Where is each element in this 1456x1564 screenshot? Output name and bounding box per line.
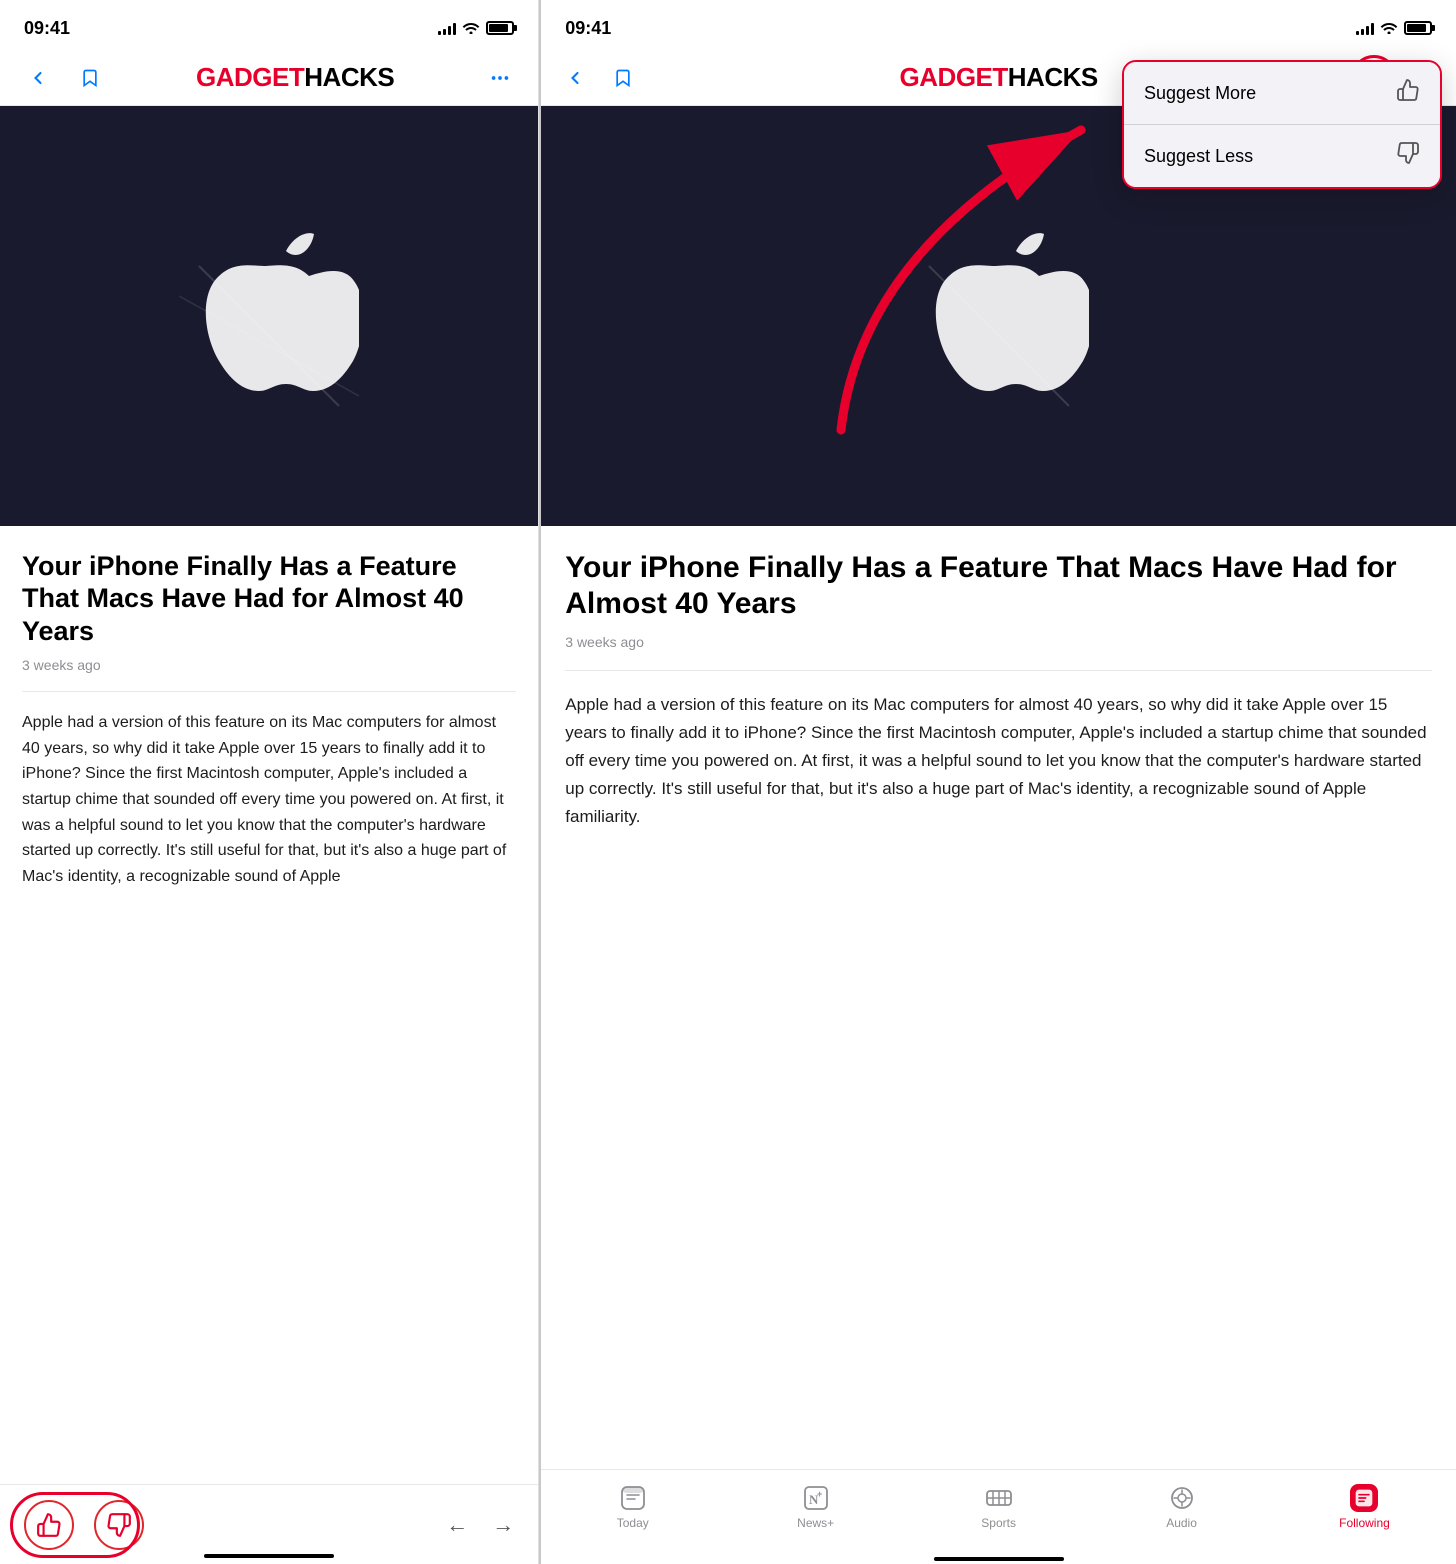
suggest-dropdown: Suggest More Suggest Less [1122,60,1442,189]
right-article-body: Apple had a version of this feature on i… [565,691,1432,831]
newsplus-icon: N + [802,1484,830,1512]
left-article-time: 3 weeks ago [22,657,516,673]
left-status-bar: 09:41 [0,0,538,50]
right-article-title: Your iPhone Finally Has a Feature That M… [565,550,1432,622]
brand-logo: GADGETHACKS [124,62,466,93]
article-nav-arrows: ← → [446,1512,514,1538]
back-button[interactable] [20,60,56,96]
brand-hacks: HACKS [304,62,394,92]
following-icon [1350,1484,1378,1512]
audio-icon [1168,1484,1196,1512]
right-brand-gadget: GADGET [900,62,1008,92]
tab-newsplus-label: News+ [797,1516,834,1530]
left-bottom-bar: ← → [0,1484,538,1564]
right-signal-icon [1356,21,1374,35]
apple-logo-svg [179,216,359,416]
thumb-buttons [24,1500,144,1550]
tab-sports-label: Sports [981,1516,1016,1530]
next-arrow-button[interactable]: → [492,1512,514,1538]
tab-audio[interactable]: Audio [1147,1484,1217,1530]
tab-following[interactable]: Following [1329,1484,1399,1530]
right-brand-hacks: HACKS [1008,62,1098,92]
prev-arrow-button[interactable]: ← [446,1512,468,1538]
thumbs-down-button[interactable] [94,1500,144,1550]
home-indicator [204,1554,334,1558]
left-article-divider [22,691,516,692]
right-wifi-icon [1380,20,1398,37]
today-icon [619,1484,647,1512]
tab-bar: Today N + News+ [541,1469,1456,1554]
thumbs-up-button[interactable] [24,1500,74,1550]
right-article-content: Your iPhone Finally Has a Feature That M… [541,526,1456,1469]
right-status-bar: 09:41 [541,0,1456,50]
tab-audio-label: Audio [1166,1516,1197,1530]
sports-icon [985,1484,1013,1512]
svg-text:+: + [817,1489,822,1499]
right-back-button[interactable] [557,60,593,96]
tab-sports[interactable]: Sports [964,1484,1034,1530]
suggest-less-label: Suggest Less [1144,146,1253,167]
left-time: 09:41 [24,18,70,39]
tab-following-label: Following [1339,1516,1390,1530]
left-article-content: Your iPhone Finally Has a Feature That M… [0,526,538,1484]
thumbs-up-icon [1396,78,1420,108]
left-hero-image [0,106,538,526]
wifi-icon [462,20,480,37]
right-phone: 09:41 [541,0,1456,1564]
suggest-less-item[interactable]: Suggest Less [1124,125,1440,187]
brand-gadget: GADGET [196,62,304,92]
signal-icon [438,21,456,35]
right-home-indicator [934,1557,1064,1561]
right-bottom-spacer [541,1554,1456,1564]
left-article-title: Your iPhone Finally Has a Feature That M… [22,550,516,647]
left-phone: 09:41 [0,0,539,1564]
right-article-time: 3 weeks ago [565,634,1432,650]
right-article-divider [565,670,1432,671]
right-battery-icon [1404,21,1432,35]
tab-today-label: Today [617,1516,649,1530]
right-time: 09:41 [565,18,611,39]
left-nav-bar: GADGETHACKS [0,50,538,106]
tab-today[interactable]: Today [598,1484,668,1530]
suggest-more-item[interactable]: Suggest More [1124,62,1440,125]
right-apple-logo-svg [909,216,1089,416]
left-article-body: Apple had a version of this feature on i… [22,710,516,889]
right-bookmark-button[interactable] [605,60,641,96]
right-status-icons [1356,20,1432,37]
left-status-icons [438,20,514,37]
more-button[interactable] [482,60,518,96]
tab-newsplus[interactable]: N + News+ [781,1484,851,1530]
bookmark-button[interactable] [72,60,108,96]
battery-icon [486,21,514,35]
thumbs-down-icon [1396,141,1420,171]
suggest-more-label: Suggest More [1144,83,1256,104]
